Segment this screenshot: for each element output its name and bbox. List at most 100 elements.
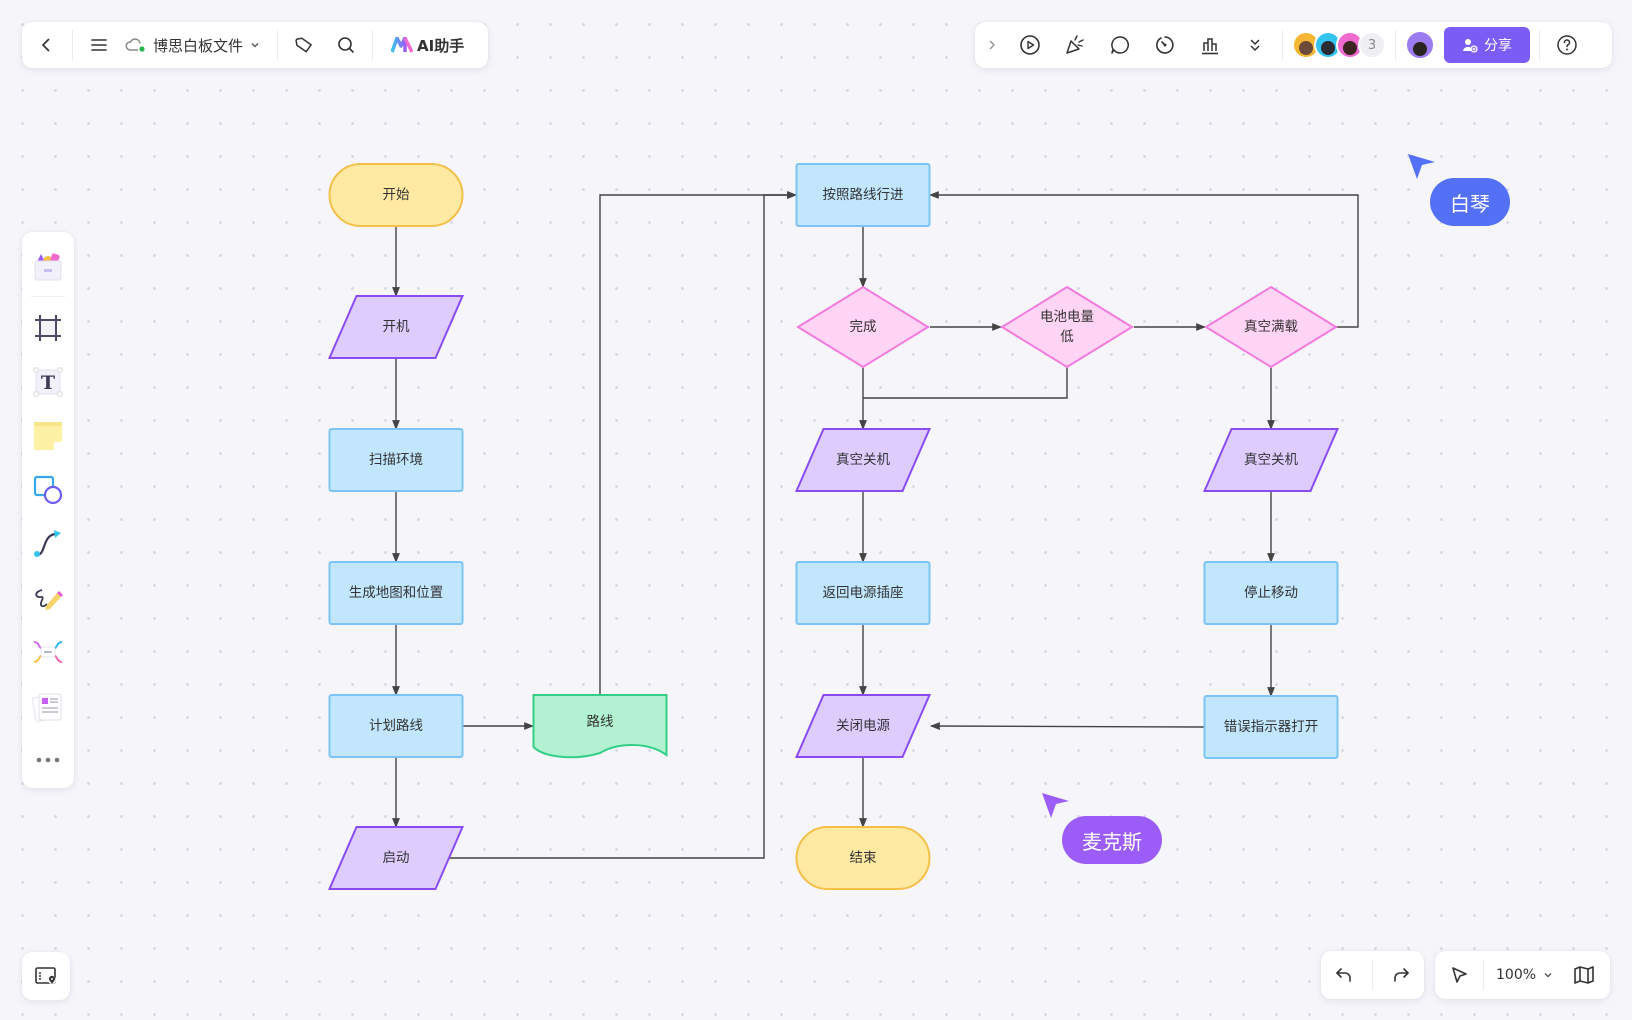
- nodes-layer: 开始开机扫描环境生成地图和位置计划路线 路线启动 按照路线行进完成 电池电量低 真空满载…: [327, 163, 1340, 890]
- undo-button[interactable]: [1326, 957, 1362, 993]
- node-label: 生成地图和位置: [349, 585, 444, 601]
- node-full[interactable]: 真空满载: [1204, 285, 1338, 369]
- file-name-dropdown[interactable]: 博思白板文件: [117, 35, 269, 56]
- page-icon: [32, 693, 62, 722]
- node-label: 真空关机: [836, 452, 890, 468]
- tag-button[interactable]: [286, 27, 322, 63]
- node-map[interactable]: 生成地图和位置: [328, 561, 464, 625]
- more-tools-button[interactable]: [28, 740, 68, 780]
- top-right-toolbar: 3 分享: [975, 22, 1612, 68]
- template-tool[interactable]: [28, 247, 68, 287]
- sticky-note-tool[interactable]: [28, 416, 68, 456]
- edge-error-to-poweroff[interactable]: [930, 722, 1205, 730]
- node-vacoff2[interactable]: 真空关机: [1202, 428, 1340, 492]
- connector-tool[interactable]: [28, 524, 68, 564]
- view-controls: 100%: [1435, 951, 1610, 999]
- node-label: 完成: [850, 319, 877, 335]
- node-vacoff1[interactable]: 真空关机: [794, 428, 932, 492]
- history-controls: [1321, 951, 1424, 999]
- share-button[interactable]: 分享: [1444, 27, 1530, 63]
- node-label: 错误指示器打开: [1224, 718, 1319, 735]
- more-collaborators-count[interactable]: 3: [1358, 31, 1386, 59]
- frame-tool[interactable]: [28, 308, 68, 348]
- node-route[interactable]: 路线: [532, 694, 668, 759]
- share-label: 分享: [1484, 38, 1512, 54]
- menu-button[interactable]: [81, 27, 117, 63]
- zoom-level-dropdown[interactable]: 100%: [1484, 967, 1566, 983]
- divider: [72, 30, 73, 60]
- expand-chevron-icon: [989, 40, 996, 50]
- comment-button[interactable]: [1102, 27, 1138, 63]
- undo-icon: [1336, 968, 1351, 982]
- celebrate-button[interactable]: [1057, 27, 1093, 63]
- node-return[interactable]: 返回电源插座: [795, 561, 931, 625]
- minimap-icon: [1574, 966, 1594, 984]
- node-label: 按照路线行进: [823, 187, 904, 203]
- more-tools-button[interactable]: [1237, 27, 1273, 63]
- node-stop[interactable]: 停止移动: [1203, 561, 1339, 625]
- flowchart-canvas[interactable]: 开始开机扫描环境生成地图和位置计划路线 路线启动 按照路线行进完成 电池电量低 真空满载…: [0, 0, 1632, 1020]
- pen-icon: [35, 589, 63, 610]
- chevron-down-icon: [251, 43, 259, 48]
- text-tool[interactable]: T: [28, 362, 68, 402]
- node-start[interactable]: 开始: [328, 163, 464, 227]
- select-tool-button[interactable]: [1441, 957, 1477, 993]
- node-battery[interactable]: 电池电量低: [1000, 285, 1134, 369]
- node-end[interactable]: 结束: [795, 826, 931, 890]
- back-button[interactable]: [28, 27, 64, 63]
- more-chevrons-icon: [1250, 39, 1260, 52]
- outline-button[interactable]: [22, 952, 70, 1000]
- collaborator-avatars[interactable]: 3: [1292, 31, 1386, 59]
- shape-icon: [33, 475, 63, 505]
- chevron-left-icon: [41, 38, 50, 52]
- help-button[interactable]: [1549, 27, 1585, 63]
- ai-assistant-button[interactable]: AI助手: [381, 35, 474, 56]
- divider: [1372, 960, 1373, 990]
- frame-icon: [35, 315, 61, 341]
- zoom-level: 100%: [1496, 967, 1537, 983]
- celebrate-icon: [1066, 35, 1084, 54]
- mindmap-tool[interactable]: [28, 632, 68, 672]
- search-icon: [338, 37, 354, 53]
- minimap-button[interactable]: [1566, 957, 1602, 993]
- cloud-synced-icon: [125, 38, 145, 52]
- outline-icon: [35, 967, 56, 984]
- present-button[interactable]: [1012, 27, 1048, 63]
- redo-button[interactable]: [1383, 957, 1419, 993]
- pen-tool[interactable]: [28, 578, 68, 618]
- comment-icon: [1111, 36, 1129, 54]
- file-name: 博思白板文件: [153, 36, 244, 55]
- collaborator-cursor-label: 麦克斯: [1062, 816, 1162, 864]
- node-poweroff[interactable]: 关闭电源: [794, 694, 932, 758]
- node-launch[interactable]: 启动: [327, 826, 465, 890]
- page-tool[interactable]: [28, 686, 68, 726]
- node-label: 开始: [383, 187, 410, 203]
- chevron-down-icon: [1544, 973, 1552, 978]
- search-button[interactable]: [328, 27, 364, 63]
- template-icon: [34, 253, 62, 281]
- svg-text:T: T: [41, 372, 55, 394]
- connector-icon: [34, 530, 61, 557]
- cursor-arrow-icon: [1042, 793, 1069, 818]
- vote-button[interactable]: [1192, 27, 1228, 63]
- collapse-toolbar-button[interactable]: [981, 27, 1003, 63]
- shape-tool[interactable]: [28, 470, 68, 510]
- divider: [1539, 30, 1540, 60]
- timer-button[interactable]: [1147, 27, 1183, 63]
- node-plan[interactable]: 计划路线: [328, 694, 464, 758]
- edge-route-to-follow[interactable]: [599, 191, 797, 695]
- edge-launch-to-follow[interactable]: [445, 191, 797, 859]
- edge-battery-to-vacoff1[interactable]: [863, 367, 1068, 399]
- node-scan[interactable]: 扫描环境: [328, 428, 464, 492]
- redo-icon: [1394, 968, 1409, 982]
- node-label: 真空关机: [1244, 452, 1298, 468]
- node-follow[interactable]: 按照路线行进: [795, 163, 931, 227]
- node-error[interactable]: 错误指示器打开: [1203, 695, 1339, 759]
- divider: [277, 30, 279, 60]
- node-label: 真空满载: [1244, 319, 1298, 335]
- current-user-avatar[interactable]: [1405, 30, 1435, 60]
- node-label: 计划路线: [369, 718, 423, 734]
- node-done[interactable]: 完成: [796, 285, 930, 369]
- top-left-toolbar: 博思白板文件 AI助手: [22, 22, 488, 68]
- node-poweron[interactable]: 开机: [327, 295, 465, 359]
